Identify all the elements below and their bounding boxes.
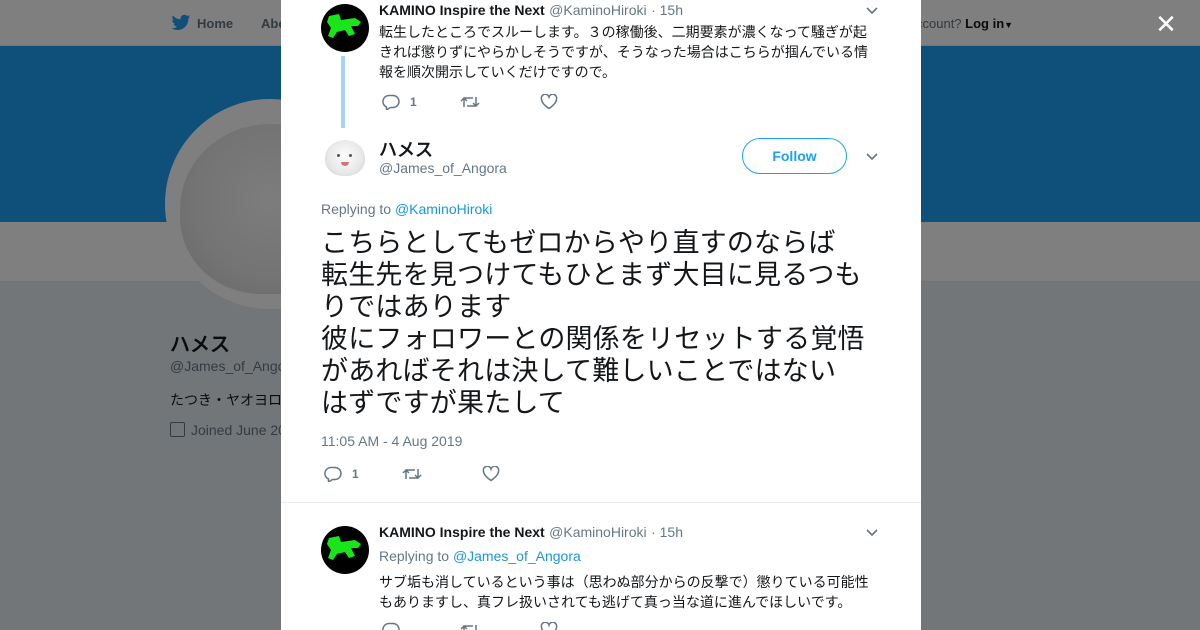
main-tweet-line: があればそれは決して難しいことではない [321,356,837,386]
like-button[interactable] [482,466,500,482]
heart-icon [482,466,500,482]
reply-count: 1 [352,467,359,481]
reply-tweet-text: サブ垢も消しているという事は（思わぬ部分からの反撃で）懲りている可能性もあります… [379,574,869,610]
replying-to: Replying to @KaminoHiroki [321,201,492,217]
reply-button[interactable]: 1 [382,94,460,110]
thread-connector [341,56,345,128]
parent-author-name[interactable]: KAMINO Inspire the Next [379,2,545,18]
parent-tweet-actions: 1 [382,92,558,112]
like-button[interactable] [540,94,558,110]
replying-to-link[interactable]: @James_of_Angora [453,548,581,564]
hames-avatar[interactable] [321,134,369,182]
section-divider [281,502,921,512]
main-tweet-timestamp[interactable]: 11:05 AM - 4 Aug 2019 [321,433,462,449]
parent-tweet-time[interactable]: · 15h [651,2,683,18]
main-tweet-line: 転生先を見つけてもひとまず大目に見るつも [321,260,862,290]
main-tweet-text: こちらとしてもゼロからやり直すのならば 転生先を見つけてもひとまず大目に見るつも… [321,227,886,419]
main-author-name[interactable]: ハメス [379,136,433,162]
reply-tweet-actions [382,620,558,630]
tweet-modal: KAMINO Inspire the Next @KaminoHiroki · … [281,0,921,630]
follow-button[interactable]: Follow [742,138,847,174]
replying-prefix: Replying to [379,548,450,564]
reply-replying-to: Replying to @James_of_Angora [379,548,581,564]
replying-prefix: Replying to [321,201,392,217]
parent-tweet-text: 転生したところでスルーします。３の稼働後、二期要素が濃くなって騒ぎが起きれば懲り… [379,24,869,80]
reply-author-handle[interactable]: @KaminoHiroki [549,524,646,540]
parent-tweet-header: KAMINO Inspire the Next @KaminoHiroki · … [379,2,683,20]
reply-icon [324,466,342,482]
main-tweet-line: 彼にフォロワーとの関係をリセットする覚悟 [321,324,865,354]
main-author-handle[interactable]: @James_of_Angora [379,160,507,176]
chevron-down-icon[interactable] [866,529,878,537]
heart-icon [540,94,558,110]
chevron-down-icon[interactable] [866,7,878,15]
reply-icon [382,94,400,110]
reply-tweet-header: KAMINO Inspire the Next @KaminoHiroki · … [379,524,683,542]
parent-author-handle[interactable]: @KaminoHiroki [549,2,646,18]
retweet-button[interactable] [460,94,540,110]
retweet-button[interactable] [460,622,540,630]
replying-to-link[interactable]: @KaminoHiroki [395,201,492,217]
retweet-button[interactable] [402,466,482,482]
reply-icon [382,622,400,630]
reply-button[interactable]: 1 [324,466,402,482]
main-tweet-actions: 1 [324,464,500,484]
reply-count: 1 [410,95,417,109]
chevron-down-icon[interactable] [866,153,878,161]
kamino-avatar[interactable] [321,4,369,52]
retweet-icon [460,96,480,108]
kamino-avatar[interactable] [321,526,369,574]
main-tweet-line: はずですが果たして [321,388,565,418]
reply-tweet-time[interactable]: · 15h [651,524,683,540]
close-icon[interactable]: ✕ [1154,11,1178,37]
main-tweet-line: こちらとしてもゼロからやり直すのならば [321,228,836,258]
retweet-icon [402,468,422,480]
main-tweet-line: りではあります [321,292,512,322]
heart-icon [540,622,558,630]
like-button[interactable] [540,622,558,630]
retweet-icon [460,624,477,630]
reply-button[interactable] [382,622,460,630]
reply-author-name[interactable]: KAMINO Inspire the Next [379,524,545,540]
